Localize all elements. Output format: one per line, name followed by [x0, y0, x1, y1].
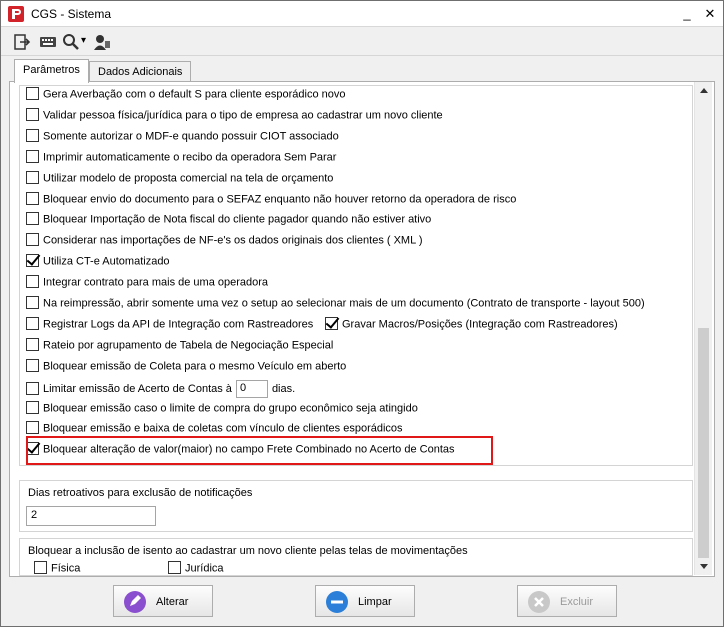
action-bar: Alterar Limpar Excluir	[9, 579, 715, 623]
option-juridica[interactable]: Jurídica	[168, 561, 224, 578]
option-label: Na reimpressão, abrir somente uma vez o …	[43, 297, 645, 310]
scrollbar-thumb[interactable]	[698, 328, 709, 558]
option-checkbox-row[interactable]: Validar pessoa física/jurídica para o ti…	[26, 108, 443, 125]
checkbox[interactable]	[26, 296, 39, 309]
delete-icon	[528, 591, 550, 613]
checkbox[interactable]	[26, 129, 39, 142]
tab-dados-adicionais[interactable]: Dados Adicionais	[89, 61, 192, 83]
options-list: Gera Averbação com o default S para clie…	[19, 85, 693, 466]
option-checkbox-row[interactable]: Bloquear Importação de Nota fiscal do cl…	[26, 212, 432, 229]
checkbox[interactable]	[26, 338, 39, 351]
option-checkbox-row[interactable]: Bloquear emissão de Coleta para o mesmo …	[26, 359, 347, 376]
option-label: Rateio por agrupamento de Tabela de Nego…	[43, 339, 334, 352]
checkbox[interactable]	[34, 561, 47, 574]
excluir-button[interactable]: Excluir	[517, 585, 617, 617]
option-label: Somente autorizar o MDF-e quando possuir…	[43, 130, 339, 143]
option-checkbox-row[interactable]: Utilizar modelo de proposta comercial na…	[26, 171, 334, 188]
scroll-up-icon[interactable]	[700, 88, 708, 93]
option-checkbox-row[interactable]: Bloquear envio do documento para o SEFAZ…	[26, 192, 517, 209]
option-label: Utilizar modelo de proposta comercial na…	[43, 172, 334, 185]
option-checkbox-row[interactable]: Imprimir automaticamente o recibo da ope…	[26, 150, 337, 167]
checkbox[interactable]	[168, 561, 181, 574]
vertical-scrollbar[interactable]	[694, 82, 712, 575]
toolbar: ▾	[1, 28, 723, 56]
checkbox[interactable]	[26, 87, 39, 100]
checkbox[interactable]	[26, 108, 39, 121]
main-window: CGS - Sistema _ ✕ ▾ Parâmetros Dados Adi…	[0, 0, 724, 627]
option-label: Bloquear emissão e baixa de coletas com …	[43, 422, 403, 435]
keyboard-icon[interactable]	[39, 32, 57, 52]
checkbox[interactable]	[325, 317, 338, 330]
checkbox[interactable]	[26, 254, 39, 267]
minimize-button[interactable]: _	[677, 4, 697, 24]
retro-days-input[interactable]: 2	[26, 506, 156, 526]
option-label: Gera Averbação com o default S para clie…	[43, 88, 346, 101]
retro-days-title: Dias retroativos para exclusão de notifi…	[28, 487, 253, 499]
option-checkbox-row[interactable]: Gera Averbação com o default S para clie…	[26, 87, 346, 104]
option-checkbox-row[interactable]: Bloquear emissão e baixa de coletas com …	[26, 421, 403, 438]
option-gravar-macros[interactable]: Gravar Macros/Posições (Integração com R…	[325, 317, 618, 334]
window-title: CGS - Sistema	[31, 7, 112, 21]
minus-icon	[326, 591, 348, 613]
parametros-panel: Gera Averbação com o default S para clie…	[9, 81, 715, 577]
option-label: Bloquear emissão de Coleta para o mesmo …	[43, 360, 347, 373]
option-label: Bloquear emissão caso o limite de compra…	[43, 402, 418, 415]
option-checkbox-row[interactable]: Integrar contrato para mais de uma opera…	[26, 275, 269, 292]
checkbox[interactable]	[26, 317, 39, 330]
option-fisica[interactable]: Física	[34, 561, 80, 578]
checkbox[interactable]	[26, 233, 39, 246]
checkbox[interactable]	[26, 359, 39, 372]
option-label: Utiliza CT-e Automatizado	[43, 255, 170, 268]
user-icon[interactable]	[93, 32, 111, 52]
search-dropdown-icon[interactable]: ▾	[81, 35, 86, 55]
tab-parametros[interactable]: Parâmetros	[14, 59, 89, 83]
option-checkbox-row[interactable]: Rateio por agrupamento de Tabela de Nego…	[26, 338, 334, 355]
checkbox[interactable]	[26, 192, 39, 205]
option-label: Considerar nas importações de NF-e's os …	[43, 234, 423, 247]
option-checkbox-row[interactable]: Na reimpressão, abrir somente uma vez o …	[26, 296, 645, 313]
exit-icon[interactable]	[13, 32, 31, 52]
title-bar: CGS - Sistema _ ✕	[1, 1, 723, 27]
checkbox[interactable]	[26, 381, 39, 395]
checkbox[interactable]	[26, 212, 39, 225]
option-label: Imprimir automaticamente o recibo da ope…	[43, 151, 337, 164]
limit-days-input[interactable]: 0	[235, 380, 268, 398]
scroll-down-icon[interactable]	[700, 564, 708, 569]
option-checkbox-row[interactable]: Somente autorizar o MDF-e quando possuir…	[26, 129, 339, 146]
checkbox[interactable]	[26, 421, 39, 434]
option-registrar-logs[interactable]: Registrar Logs da API de Integração com …	[26, 317, 313, 334]
option-label: Validar pessoa física/jurídica para o ti…	[43, 109, 443, 122]
app-logo-icon	[8, 6, 24, 22]
option-label: Bloquear envio do documento para o SEFAZ…	[43, 193, 517, 206]
option-checkbox-row[interactable]: Utiliza CT-e Automatizado	[26, 254, 170, 271]
option-label: Bloquear Importação de Nota fiscal do cl…	[43, 213, 432, 226]
option-limitar-acerto[interactable]: Limitar emissão de Acerto de Contas à 0 di…	[26, 380, 295, 398]
isento-title: Bloquear a inclusão de isento ao cadastr…	[28, 545, 468, 557]
option-label: Integrar contrato para mais de uma opera…	[43, 276, 269, 289]
checkbox[interactable]	[26, 150, 39, 163]
option-bloquear-alteracao-valor[interactable]: Bloquear alteração de valor(maior) no ca…	[26, 442, 455, 459]
checkbox[interactable]	[26, 171, 39, 184]
close-button[interactable]: ✕	[700, 4, 720, 24]
option-checkbox-row[interactable]: Considerar nas importações de NF-e's os …	[26, 233, 423, 250]
search-icon[interactable]	[62, 32, 80, 52]
checkbox[interactable]	[26, 442, 39, 455]
checkbox[interactable]	[26, 275, 39, 288]
limpar-button[interactable]: Limpar	[315, 585, 415, 617]
isento-group: Bloquear a inclusão de isento ao cadastr…	[19, 538, 693, 576]
checkbox[interactable]	[26, 401, 39, 414]
option-checkbox-row[interactable]: Bloquear emissão caso o limite de compra…	[26, 401, 418, 418]
retro-days-group: Dias retroativos para exclusão de notifi…	[19, 480, 693, 532]
edit-icon	[124, 591, 146, 613]
alterar-button[interactable]: Alterar	[113, 585, 213, 617]
